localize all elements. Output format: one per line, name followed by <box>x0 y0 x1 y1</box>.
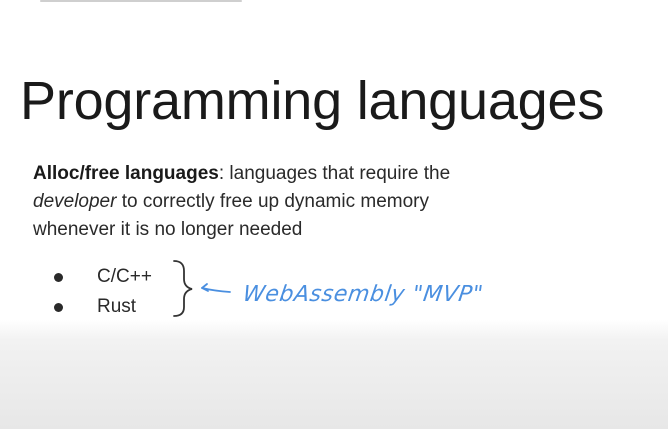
list-item-c-cpp: C/C++ <box>54 262 152 292</box>
language-list: C/C++ Rust <box>54 262 152 322</box>
slide-title: Programming languages <box>20 71 605 131</box>
list-item-label: C/C++ <box>97 266 152 287</box>
annotation-label: WebAssembly "MVP" <box>241 282 485 307</box>
definition-paragraph: Alloc/free languages: languages that req… <box>33 160 493 244</box>
list-item-label: Rust <box>97 296 137 317</box>
slide: Programming languages Alloc/free languag… <box>0 0 668 429</box>
definition-emphasis: developer <box>33 191 117 212</box>
bullet-dot-icon <box>54 272 63 282</box>
list-item-rust: Rust <box>54 292 152 322</box>
bullet-dot-icon <box>54 302 63 312</box>
curly-brace-icon <box>173 260 193 317</box>
definition-text-1: languages that require the <box>224 163 451 184</box>
arrow-left-icon <box>201 283 231 293</box>
definition-term: Alloc/free languages <box>33 163 219 184</box>
